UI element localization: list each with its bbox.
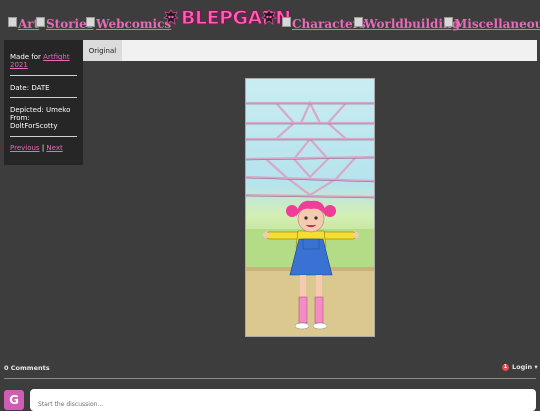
- broken-image-icon: [36, 17, 45, 27]
- from-value: DoltForScotty: [10, 122, 58, 130]
- nav-link-webcomics[interactable]: Webcomics: [86, 17, 171, 31]
- skull-icon: [163, 9, 179, 25]
- divider: [10, 75, 77, 76]
- version-tabs: Original: [83, 40, 537, 61]
- nav-link-label: Webcomics: [96, 17, 172, 31]
- divider: [10, 136, 77, 137]
- nav-link-miscellaneous[interactable]: Miscellaneous: [444, 17, 540, 31]
- made-for-text: Made for Artfight 2021: [10, 53, 80, 69]
- broken-image-icon: [282, 17, 291, 27]
- login-label: Login ▾: [512, 363, 538, 371]
- divider: [4, 378, 536, 379]
- pagination-separator: |: [41, 144, 45, 152]
- made-for-label: Made for: [10, 53, 41, 61]
- comment-input[interactable]: Start the discussion...: [30, 389, 536, 411]
- nav-link-art[interactable]: Art: [8, 17, 39, 31]
- broken-image-icon: [8, 17, 17, 27]
- divider: [10, 97, 77, 98]
- skull-icon: [261, 9, 277, 25]
- broken-image-icon: [354, 17, 363, 27]
- notification-badge: 1: [502, 363, 509, 371]
- previous-link[interactable]: Previous: [10, 144, 40, 152]
- broken-image-icon: [86, 17, 95, 27]
- date-text: Date: DATE: [10, 84, 50, 92]
- top-navigation: Art Stories Webcomics BLEPGAPN Character…: [0, 0, 540, 40]
- broken-image-icon: [444, 17, 453, 27]
- site-logo[interactable]: BLEPGAPN: [162, 6, 292, 32]
- next-link[interactable]: Next: [46, 144, 62, 152]
- comments-count: 0 Comments: [4, 364, 50, 372]
- depicted-text: Depicted: Umeko: [10, 106, 71, 114]
- login-button[interactable]: 1 Login ▾: [502, 363, 538, 371]
- artwork-info-panel: Made for Artfight 2021 Date: DATE Depict…: [4, 40, 83, 165]
- pagination: Previous | Next: [10, 144, 80, 152]
- nav-link-stories[interactable]: Stories: [36, 17, 93, 31]
- nav-link-label: Miscellaneous: [454, 17, 540, 31]
- artwork-illustration: [246, 79, 374, 336]
- artwork-image[interactable]: [245, 78, 375, 337]
- from-label: From:: [10, 114, 30, 122]
- tab-original[interactable]: Original: [83, 40, 122, 61]
- avatar[interactable]: G: [4, 390, 24, 410]
